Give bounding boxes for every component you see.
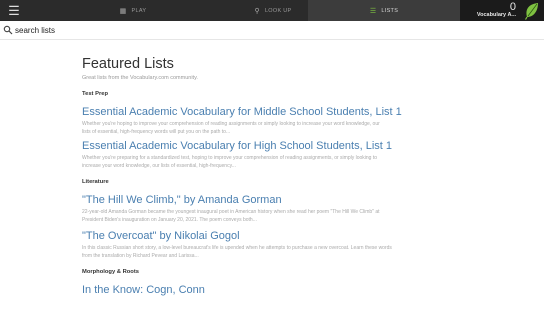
search-bar xyxy=(0,21,544,40)
search-icon xyxy=(3,25,13,35)
hamburger-menu-icon[interactable]: ☰ xyxy=(0,0,28,21)
nav-look-up[interactable]: ⚲ LOOK UP xyxy=(238,0,308,21)
user-account[interactable]: 0 Vocabulary A... xyxy=(460,0,544,21)
search-input[interactable] xyxy=(15,25,315,35)
section-title-test-prep: Test Prep xyxy=(82,91,108,97)
nav-play-label: PLAY xyxy=(131,7,147,14)
leaf-icon xyxy=(524,3,538,20)
section-title-literature: Literature xyxy=(82,178,109,185)
list-description: Whether you're hoping to improve your co… xyxy=(82,121,380,135)
nav-lists-label: LISTS xyxy=(381,7,399,14)
list-title-link[interactable]: "The Hill We Climb," by Amanda Gorman xyxy=(82,194,462,207)
list-icon: ☰ xyxy=(369,7,377,15)
user-name: Vocabulary A... xyxy=(476,12,516,18)
list-title-link[interactable]: Essential Academic Vocabulary for High S… xyxy=(82,140,462,153)
nav-look-up-label: LOOK UP xyxy=(264,7,292,14)
nav-play[interactable]: ▦ PLAY xyxy=(28,0,238,21)
grid-icon: ▦ xyxy=(119,7,127,15)
nav-lists[interactable]: ☰ LISTS xyxy=(308,0,460,21)
list-title-link[interactable]: Essential Academic Vocabulary for Middle… xyxy=(82,106,462,119)
featured-lists: Featured Lists Great lists from the Voca… xyxy=(82,56,462,297)
list-description: In this classic Russian short story, a l… xyxy=(82,245,392,259)
section-title-morphology: Morphology & Roots xyxy=(82,268,139,275)
page-subtitle: Great lists from the Vocabulary.com comm… xyxy=(82,75,198,81)
magnifier-icon: ⚲ xyxy=(254,7,260,15)
list-description: 22-year-old Amanda Gorman became the you… xyxy=(82,208,380,223)
page-title: Featured Lists xyxy=(82,56,174,72)
list-title-link[interactable]: In the Know: Cogn, Conn xyxy=(82,284,462,297)
list-title-link[interactable]: "The Overcoat" by Nikolai Gogol xyxy=(82,230,462,243)
top-nav-bar: ☰ ▦ PLAY ⚲ LOOK UP ☰ LISTS 0 Vocabulary … xyxy=(0,0,544,21)
list-description: Whether you're preparing for a standardi… xyxy=(82,155,377,170)
